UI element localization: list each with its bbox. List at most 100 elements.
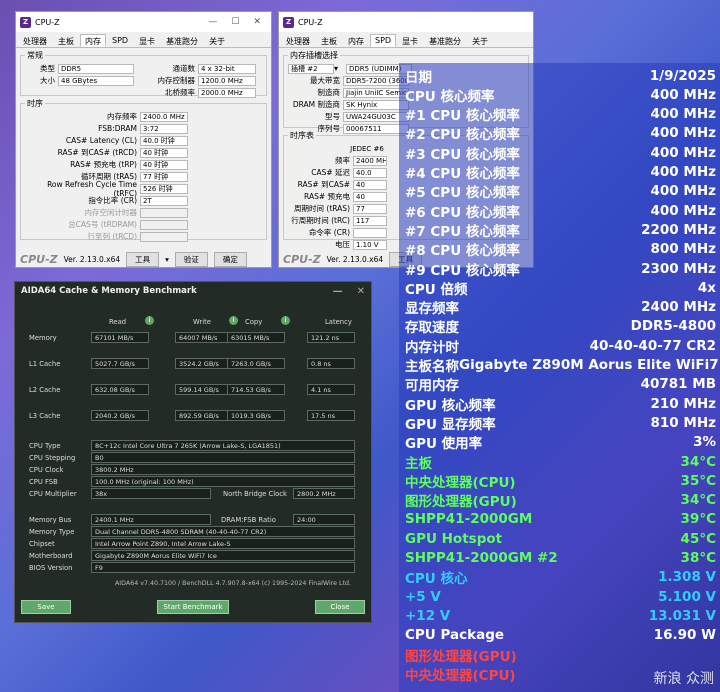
overlay-row: #7 CPU 核心频率 2200 MHz: [405, 220, 716, 240]
tab-about[interactable]: 关于: [467, 34, 494, 47]
timing-value: [140, 231, 188, 242]
timing-row: CAS# Latency (CL) 40.0 时钟: [25, 135, 262, 146]
aida64-title: AIDA64 Cache & Memory Benchmark: [21, 286, 197, 296]
maximize-icon[interactable]: ☐: [231, 17, 239, 27]
overlay-label: 可用内存: [405, 378, 459, 395]
model-label: 型号: [325, 112, 340, 121]
overlay-value: 34°C: [680, 453, 716, 470]
overlay-value: 1/9/2025: [649, 67, 716, 84]
overlay-label: 内存计时: [405, 339, 459, 356]
tab-graphics[interactable]: 显卡: [134, 34, 161, 47]
overlay-row: CPU Package 16.90 W: [405, 626, 716, 645]
bench-row-label: Memory: [29, 334, 57, 342]
overlay-value: 40781 MB: [640, 376, 716, 393]
slot-select[interactable]: 插槽 #2: [288, 63, 334, 74]
minimize-icon[interactable]: —: [208, 17, 217, 27]
overlay-label: #3 CPU 核心频率: [405, 146, 520, 163]
overlay-row: #1 CPU 核心频率 400 MHz: [405, 105, 716, 124]
motherboard-value: Gigabyte Z890M Aorus Elite WiFi7 Ice: [91, 550, 355, 561]
timing-value: 40.0 时钟: [140, 135, 188, 146]
chipset-value: Intel Arrow Point Z890, Intel Arrow Lake…: [91, 538, 355, 549]
overlay-row: #8 CPU 核心频率 800 MHz: [405, 240, 716, 259]
window-title: CPU-Z: [35, 17, 60, 27]
info-icon[interactable]: i: [229, 316, 238, 325]
overlay-value: Gigabyte Z890M Aorus Elite WiFi7 Ice: [459, 357, 720, 373]
tab-memory[interactable]: 内存: [80, 34, 106, 47]
overlay-row: GPU 显存频率 810 MHz: [405, 413, 716, 433]
tools-button[interactable]: 工具: [126, 251, 160, 267]
timing-table-value: 40: [353, 179, 387, 190]
overlay-value: 1.308 V: [658, 569, 716, 586]
cpu-fsb-label: CPU FSB: [29, 478, 58, 486]
bench-value: 3524.2 GB/s: [175, 358, 233, 369]
timing-value: 40 时钟: [140, 159, 188, 170]
window-controls[interactable]: — ☐ ✕: [208, 17, 267, 27]
tab-mainboard[interactable]: 主板: [316, 34, 342, 47]
overlay-label: SHPP41-2000GM: [405, 511, 533, 528]
timing-table-label: CAS# 延迟: [311, 168, 350, 177]
close-icon[interactable]: ✕: [357, 286, 365, 297]
overlay-row: #3 CPU 核心频率 400 MHz: [405, 143, 716, 163]
bench-value: 1019.3 GB/s: [227, 410, 285, 421]
aida64-benchmark-window: AIDA64 Cache & Memory Benchmark — ✕ Read…: [14, 281, 372, 623]
validate-button[interactable]: 验证: [174, 251, 208, 267]
timing-value: 2T: [140, 195, 188, 206]
timing-table-value: 1.10 V: [353, 239, 387, 250]
bench-value: 0.8 ns: [307, 358, 355, 369]
tab-bench[interactable]: 基准跑分: [161, 34, 204, 47]
tab-processor[interactable]: 处理器: [281, 34, 315, 47]
info-icon[interactable]: i: [145, 316, 154, 325]
timing-label: CAS# Latency (CL): [65, 136, 137, 145]
overlay-row: GPU 核心频率 210 MHz: [405, 394, 716, 414]
timing-row: 指令比率 (CR) 2T: [25, 195, 262, 206]
motherboard-label: Motherboard: [29, 552, 73, 560]
general-legend: 常规: [27, 51, 43, 60]
bench-value: 632.08 GB/s: [91, 384, 149, 395]
overlay-row: SHPP41-2000GM 39°C: [405, 510, 716, 529]
timing-row: 行至列 (tRCD): [25, 231, 262, 242]
overlay-row: 主板名称 Gigabyte Z890M Aorus Elite WiFi7 Ice: [405, 356, 720, 375]
column-header-write: Write: [193, 318, 211, 326]
timing-label: FSB:DRAM: [98, 124, 137, 133]
memory-bus-value: 2400.1 MHz: [91, 514, 211, 525]
timing-label: RAS# 到CAS# (tRCD): [57, 148, 137, 157]
chevron-down-icon[interactable]: ▾: [334, 64, 342, 73]
overlay-label: CPU 核心: [405, 571, 468, 588]
overlay-label: #4 CPU 核心频率: [405, 166, 520, 182]
type-value: DDR5: [58, 63, 134, 74]
tab-processor[interactable]: 处理器: [18, 34, 52, 47]
type-label: 类型: [40, 64, 55, 73]
overlay-value: 5.100 V: [658, 588, 716, 605]
tab-bench[interactable]: 基准跑分: [424, 34, 467, 47]
timing-value: [140, 207, 188, 218]
start-benchmark-button[interactable]: Start Benchmark: [157, 600, 229, 614]
tab-mainboard[interactable]: 主板: [53, 34, 79, 47]
overlay-value: 34°C: [680, 492, 716, 509]
tab-about[interactable]: 关于: [204, 34, 231, 47]
close-icon[interactable]: ✕: [253, 17, 261, 27]
chevron-down-icon[interactable]: ▾: [165, 255, 169, 264]
hwinfo-overlay: 日期 1/9/2025 CPU 核心频率 400 MHz #1 CPU 核心频率 400 …: [399, 63, 720, 692]
ok-button[interactable]: 确定: [213, 251, 247, 267]
overlay-row: 可用内存 40781 MB: [405, 375, 716, 394]
overlay-row: 内存计时 40-40-40-77 CR2: [405, 336, 716, 356]
memory-type-label: Memory Type: [29, 528, 75, 536]
info-icon[interactable]: i: [281, 316, 290, 325]
timing-value: 2400.0 MHz: [140, 111, 188, 122]
tab-graphics[interactable]: 显卡: [397, 34, 424, 47]
overlay-row: CPU 倍频 4x: [405, 278, 716, 298]
timing-table-label: 命令率 (CR): [308, 228, 350, 237]
tab-spd[interactable]: SPD: [370, 34, 397, 47]
tab-memory[interactable]: 内存: [343, 34, 369, 47]
watermark: 新浪 众测: [653, 671, 714, 687]
minimize-icon[interactable]: —: [333, 286, 343, 297]
size-value: 48 GBytes: [58, 75, 134, 86]
save-button[interactable]: Save: [21, 600, 71, 614]
window-title: CPU-Z: [298, 17, 323, 27]
overlay-row: GPU Hotspot 45°C: [405, 529, 716, 548]
tab-spd[interactable]: SPD: [107, 34, 134, 47]
timings-list: 内存频率 2400.0 MHz FSB:DRAM 3:72 CAS# Latency (…: [25, 111, 262, 242]
overlay-label: GPU 核心频率: [405, 397, 496, 414]
overlay-value: 4x: [697, 279, 716, 296]
close-button[interactable]: Close: [315, 600, 365, 614]
